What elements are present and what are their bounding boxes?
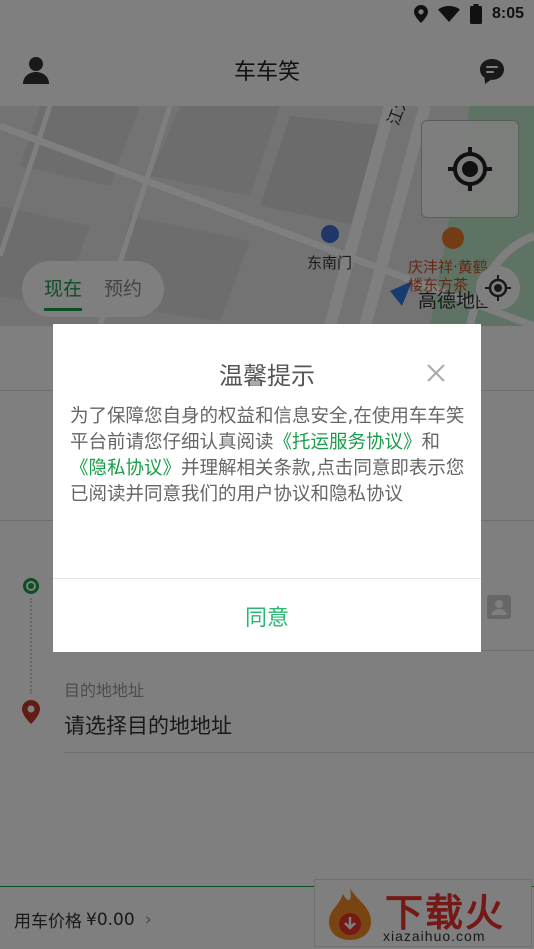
dialog-text-and: 和	[421, 432, 441, 453]
dialog-title: 温馨提示	[219, 362, 315, 390]
transport-agreement-link[interactable]: 《托运服务协议》	[274, 432, 422, 453]
agree-button[interactable]: 同意	[53, 579, 481, 652]
close-button[interactable]	[425, 362, 447, 384]
close-icon	[427, 364, 445, 382]
privacy-agreement-link[interactable]: 《隐私协议》	[70, 458, 181, 479]
dialog-body: 为了保障您自身的权益和信息安全,在使用车车笑平台前请您仔细认真阅读《托运服务协议…	[70, 404, 468, 508]
notice-dialog: 温馨提示 为了保障您自身的权益和信息安全,在使用车车笑平台前请您仔细认真阅读《托…	[53, 324, 481, 652]
